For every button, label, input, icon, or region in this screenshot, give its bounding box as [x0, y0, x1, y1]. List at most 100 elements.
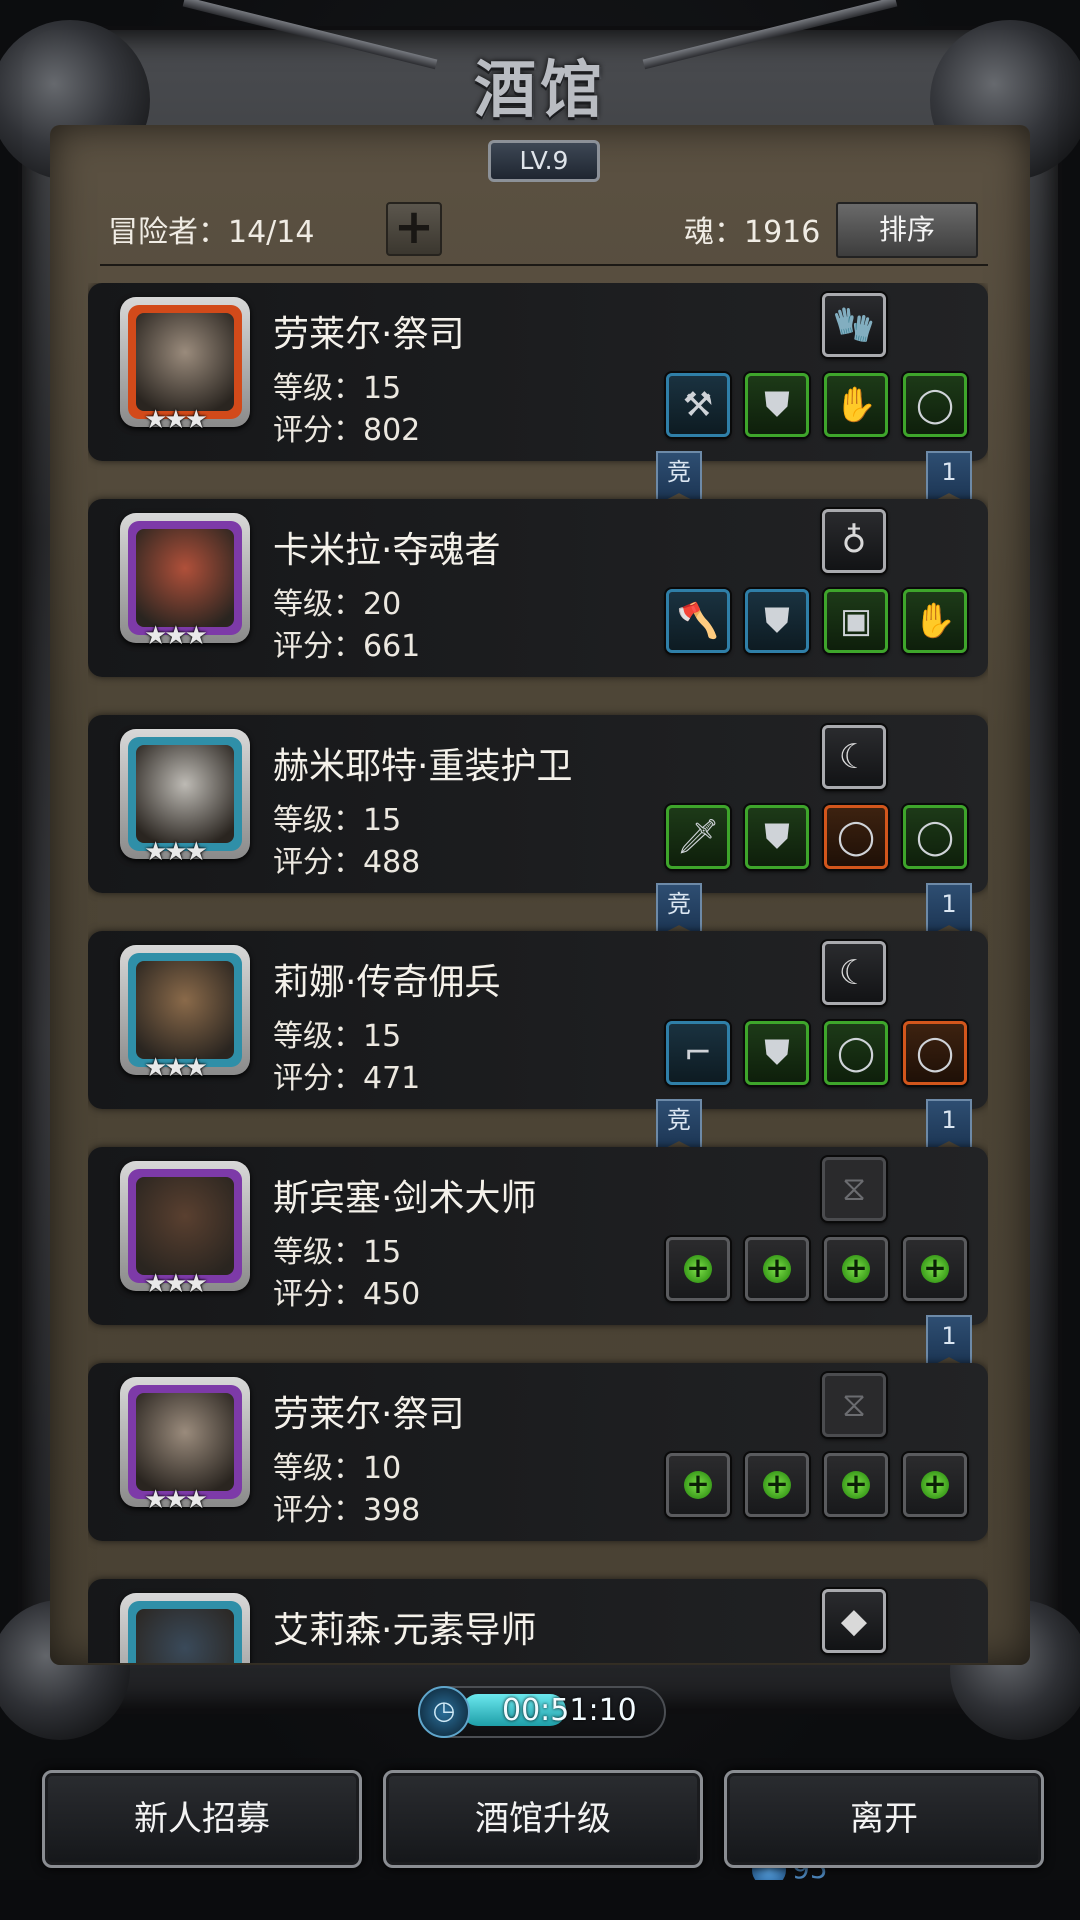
ring-icon[interactable]: ◯: [903, 1021, 967, 1085]
hero-portrait[interactable]: ★★★: [120, 1377, 250, 1513]
sort-button[interactable]: 排序: [836, 202, 978, 258]
hero-name: 卡米拉·夺魂者: [273, 530, 501, 571]
item-glyph: ◯: [915, 1033, 955, 1073]
hero-card[interactable]: ★★★ 赫米耶特·重装护卫 等级：15 评分：488 ☾ 🗡 ⛊ ◯ ◯: [88, 715, 988, 893]
portrait-rarity-frame: [128, 1385, 242, 1499]
hero-card[interactable]: 艾莉森·元素导师 ◆: [88, 1579, 988, 1663]
hero-level: 等级：15: [273, 371, 402, 406]
tavern-timer: ◷ 00:51:10: [418, 1686, 666, 1738]
soul-count: 魂：1916: [684, 215, 821, 250]
chest-armor-icon[interactable]: ⛊: [745, 805, 809, 869]
item-glyph: ♁: [841, 521, 867, 561]
item-glyph: ◯: [836, 817, 876, 857]
portrait-rarity-frame: [128, 953, 242, 1067]
item-glyph: ⚒: [682, 385, 714, 425]
hero-portrait[interactable]: ★★★: [120, 1161, 250, 1297]
hero-score: 评分：450: [273, 1277, 421, 1312]
hero-list[interactable]: ★★★ 劳莱尔·祭司 等级：15 评分：802 🧤 ⚒ ⛊ ✋ ◯ 竞 1 ★★★ 卡米拉·夺魂者 等级：…: [88, 283, 988, 1663]
chest-armor-icon[interactable]: ⛊: [745, 373, 809, 437]
chest-armor-icon[interactable]: ⛊: [745, 589, 809, 653]
star-rating: ★★★: [144, 1269, 208, 1299]
ring-icon[interactable]: ◯: [824, 805, 888, 869]
hero-portrait[interactable]: ★★★: [120, 513, 250, 649]
portrait-rarity-frame: [128, 737, 242, 851]
ring-icon[interactable]: ◯: [824, 1021, 888, 1085]
arena-badge: 竞: [656, 883, 702, 937]
add-equipment-icon: +: [763, 1254, 791, 1283]
claw-icon[interactable]: ☾: [822, 941, 886, 1005]
item-glyph: 🗡: [676, 817, 720, 857]
hero-name: 莉娜·传奇佣兵: [273, 962, 501, 1003]
item-glyph: ⧖: [842, 1385, 866, 1425]
clock-icon: ◷: [418, 1686, 470, 1738]
gauntlet-icon[interactable]: ✋: [903, 589, 967, 653]
recruit-button[interactable]: 新人招募: [42, 1770, 362, 1868]
upgrade-tavern-button[interactable]: 酒馆升级: [383, 1770, 703, 1868]
crystal-icon[interactable]: ◆: [822, 1589, 886, 1653]
hero-card[interactable]: ★★★ 卡米拉·夺魂者 等级：20 评分：661 ♁ 🪓 ⛊ ▣ ✋: [88, 499, 988, 677]
add-weapon-icon[interactable]: +: [666, 1237, 730, 1301]
hero-portrait[interactable]: [120, 1593, 250, 1663]
hero-face-image: [136, 961, 234, 1059]
item-glyph: ⛊: [764, 817, 790, 857]
add-equipment-icon: +: [684, 1254, 712, 1283]
item-glyph: ▣: [839, 601, 873, 641]
gauntlet-icon[interactable]: ✋: [824, 373, 888, 437]
sword-icon[interactable]: 🗡: [666, 805, 730, 869]
hourglass-icon[interactable]: ⧖: [822, 1373, 886, 1437]
ring-icon[interactable]: ◯: [903, 805, 967, 869]
add-ring-icon[interactable]: +: [903, 1237, 967, 1301]
item-glyph: ◯: [915, 385, 955, 425]
adventurer-count: 冒险者：14/14: [108, 215, 315, 250]
rank-badge: 1: [926, 1315, 972, 1369]
hourglass-icon[interactable]: ⧖: [822, 1157, 886, 1221]
hero-card[interactable]: ★★★ 劳莱尔·祭司 等级：15 评分：802 🧤 ⚒ ⛊ ✋ ◯: [88, 283, 988, 461]
portrait-rarity-frame: [128, 305, 242, 419]
claw-icon[interactable]: ☾: [822, 725, 886, 789]
item-glyph: ⛊: [764, 385, 790, 425]
add-equipment-icon: +: [921, 1254, 949, 1283]
add-adventurer-slot-button[interactable]: +: [386, 202, 442, 256]
header-divider: [100, 264, 988, 266]
item-glyph: ◆: [840, 1601, 868, 1641]
item-glyph: ⛊: [764, 601, 790, 641]
ring-icon[interactable]: ◯: [903, 373, 967, 437]
treasure-chest-icon[interactable]: ▣: [824, 589, 888, 653]
hero-face-image: [136, 745, 234, 843]
leave-button[interactable]: 离开: [724, 1770, 1044, 1868]
amulet-icon[interactable]: ♁: [822, 509, 886, 573]
hammer-icon[interactable]: ⚒: [666, 373, 730, 437]
rank-badge: 1: [926, 451, 972, 505]
add-equipment-icon: +: [842, 1254, 870, 1283]
item-glyph: ⛊: [764, 1033, 790, 1073]
hero-name: 赫米耶特·重装护卫: [273, 746, 573, 787]
hero-level: 等级：15: [273, 1235, 402, 1270]
add-ring-icon[interactable]: +: [824, 1453, 888, 1517]
hero-face-image: [136, 529, 234, 627]
hero-portrait[interactable]: ★★★: [120, 729, 250, 865]
chest-armor-icon[interactable]: ⛊: [745, 1021, 809, 1085]
hero-card[interactable]: ★★★ 斯宾塞·剑术大师等级：15 评分：450 ⧖ + + + +: [88, 1147, 988, 1325]
add-armor-icon[interactable]: +: [745, 1237, 809, 1301]
add-equipment-icon: +: [921, 1470, 949, 1499]
rank-badge: 1: [926, 1099, 972, 1153]
add-armor-icon[interactable]: +: [745, 1453, 809, 1517]
hero-portrait[interactable]: ★★★: [120, 297, 250, 433]
axe-icon[interactable]: 🪓: [666, 589, 730, 653]
hero-portrait[interactable]: ★★★: [120, 945, 250, 1081]
glove-icon[interactable]: 🧤: [822, 293, 886, 357]
star-rating: ★★★: [144, 1485, 208, 1515]
star-rating: ★★★: [144, 837, 208, 867]
hero-face-image: [136, 1393, 234, 1491]
hero-name: 斯宾塞·剑术大师: [273, 1178, 537, 1219]
hero-name: 劳莱尔·祭司: [273, 1394, 465, 1435]
add-ring-icon[interactable]: +: [903, 1453, 967, 1517]
add-weapon-icon[interactable]: +: [666, 1453, 730, 1517]
hero-card[interactable]: ★★★ 劳莱尔·祭司 等级：10 评分：398 ⧖ + + + +: [88, 1363, 988, 1541]
portrait-rarity-frame: [128, 521, 242, 635]
hero-card[interactable]: ★★★ 莉娜·传奇佣兵 等级：15 评分：471 ☾ ⌐ ⛊ ◯ ◯: [88, 931, 988, 1109]
pistol-icon[interactable]: ⌐: [666, 1021, 730, 1085]
hero-face-image: [136, 313, 234, 411]
hero-score: 评分：471: [273, 1061, 421, 1096]
add-ring-icon[interactable]: +: [824, 1237, 888, 1301]
